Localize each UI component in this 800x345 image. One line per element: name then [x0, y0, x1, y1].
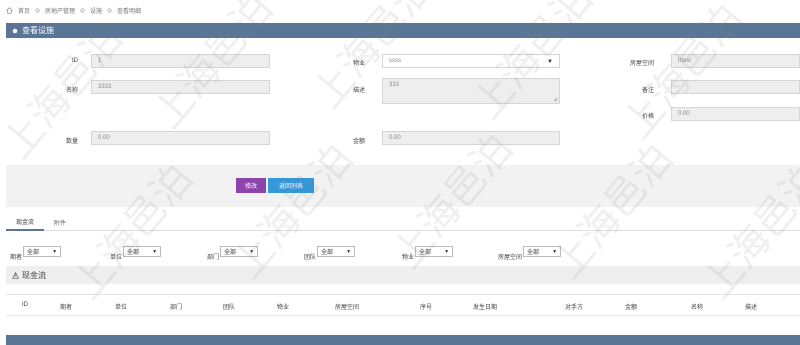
- column-header-counterparty[interactable]: 对手方: [565, 302, 583, 311]
- footer-bar: [6, 335, 800, 345]
- quantity-label: 数量: [65, 139, 78, 145]
- space-label: 房屋空间: [629, 61, 654, 67]
- panel-title: 查看设施: [22, 26, 54, 35]
- breadcrumb-home[interactable]: 首页: [18, 6, 30, 15]
- filter-unit: 单位 全部 ▼: [110, 246, 162, 261]
- name-label: 名称: [65, 88, 78, 94]
- panel-header: 查看设施: [6, 23, 800, 38]
- column-header-unit[interactable]: 单位: [115, 302, 127, 311]
- column-header-team[interactable]: 团队: [223, 302, 235, 311]
- breadcrumb-separator-icon: [107, 7, 112, 13]
- id-field: 1: [91, 54, 270, 68]
- tab-bar: 现金流 附件: [6, 213, 800, 231]
- filter-space: 房屋空间 全部 ▼: [498, 246, 562, 261]
- column-header-space[interactable]: 房屋空间: [335, 302, 359, 311]
- filter-team-label: 团队: [304, 255, 317, 261]
- warning-icon: [12, 271, 19, 279]
- tab-cashflow[interactable]: 现金流: [6, 213, 45, 231]
- breadcrumb-facility[interactable]: 设施: [90, 6, 102, 15]
- column-header-date[interactable]: 发生日期: [473, 302, 497, 311]
- filter-property-label: 物业: [402, 255, 415, 261]
- filter-department-value: 全部: [224, 250, 237, 256]
- tab-attachments[interactable]: 附件: [44, 213, 76, 231]
- id-label: ID: [72, 58, 78, 64]
- resize-grip-icon: [553, 97, 558, 102]
- price-field: 0.00: [671, 107, 800, 121]
- column-header-period[interactable]: 期者: [60, 302, 72, 311]
- chevron-down-icon: ▼: [346, 249, 352, 255]
- filter-unit-select[interactable]: 全部 ▼: [123, 246, 162, 257]
- property-select-value: ssss: [389, 58, 401, 64]
- column-header-property[interactable]: 物业: [277, 302, 289, 311]
- filter-property-value: 全部: [419, 250, 432, 256]
- home-icon: [6, 6, 13, 14]
- column-header-amount[interactable]: 金额: [625, 302, 637, 311]
- chevron-down-icon: ▼: [444, 249, 450, 255]
- filter-department: 部门 全部 ▼: [207, 246, 259, 261]
- chevron-down-icon: ▼: [249, 249, 255, 255]
- watermark-text: 上海邑泊: [544, 135, 683, 288]
- action-bar: [6, 165, 800, 207]
- filter-period-value: 全部: [27, 250, 40, 256]
- filter-team-select[interactable]: 全部 ▼: [317, 246, 356, 257]
- chevron-down-icon: ▼: [552, 249, 558, 255]
- breadcrumb-current: 查看明细: [117, 8, 142, 15]
- filter-property-select[interactable]: 全部 ▼: [415, 246, 454, 257]
- note-field: [671, 80, 800, 94]
- description-value: 333: [389, 82, 400, 88]
- name-field: 3333: [91, 80, 270, 94]
- breadcrumb-real-estate[interactable]: 房地产管理: [45, 6, 75, 15]
- filter-property: 物业 全部 ▼: [402, 246, 454, 261]
- column-header-department[interactable]: 部门: [170, 302, 182, 311]
- property-select[interactable]: ssss ▼: [382, 54, 560, 68]
- watermark-text: 上海邑泊: [144, 0, 283, 138]
- quantity-field: 0.00: [91, 131, 270, 145]
- filter-unit-label: 单位: [110, 255, 123, 261]
- filter-space-value: 全部: [527, 250, 540, 256]
- breadcrumb-separator-icon: [35, 7, 40, 13]
- amount-field: 0.00: [382, 131, 560, 145]
- chevron-down-icon: ▼: [52, 249, 58, 255]
- page: 首页 房地产管理 设施 查看明细 查看设施 ID 1 物业 ssss ▼ 房屋空…: [0, 0, 800, 345]
- space-field: tttest: [671, 54, 800, 68]
- filter-period-select[interactable]: 全部 ▼: [23, 246, 62, 257]
- filter-unit-value: 全部: [127, 250, 140, 256]
- column-header-sequence[interactable]: 序号: [420, 302, 432, 311]
- filter-department-label: 部门: [207, 255, 220, 261]
- note-label: 备注: [641, 88, 654, 94]
- filter-team: 团队 全部 ▼: [304, 246, 356, 261]
- filter-space-select[interactable]: 全部 ▼: [523, 246, 562, 257]
- filter-period-label: 期者: [10, 255, 23, 261]
- watermark-text: 上海邑泊: [224, 135, 363, 288]
- property-label: 物业: [352, 61, 365, 67]
- chevron-down-icon: ▼: [547, 59, 553, 65]
- filter-department-select[interactable]: 全部 ▼: [220, 246, 259, 257]
- breadcrumb-separator-icon: [80, 7, 85, 13]
- description-textarea: 333: [382, 78, 560, 104]
- cashflow-section-title: 现金流: [22, 270, 46, 280]
- amount-label: 金额: [352, 139, 365, 145]
- column-header-description[interactable]: 描述: [745, 302, 757, 311]
- panel-icon: [12, 28, 18, 33]
- column-header-name[interactable]: 名称: [691, 302, 703, 311]
- filter-period: 期者 全部 ▼: [10, 246, 62, 261]
- back-to-list-button[interactable]: 返回列表: [268, 178, 314, 193]
- chevron-down-icon: ▼: [152, 249, 158, 255]
- description-label: 描述: [352, 88, 365, 94]
- breadcrumb: 首页 房地产管理 设施 查看明细: [6, 4, 141, 16]
- filter-team-value: 全部: [321, 250, 334, 256]
- edit-button[interactable]: 修改: [236, 178, 266, 193]
- cashflow-section-header: 现金流: [6, 266, 800, 284]
- price-label: 价格: [641, 114, 654, 120]
- column-header-id[interactable]: ID: [22, 302, 28, 308]
- cashflow-table-header: ID 期者 单位 部门 团队 物业 房屋空间 序号 发生日期 对手方 金额 名称…: [6, 294, 800, 316]
- filter-space-label: 房屋空间: [498, 255, 523, 261]
